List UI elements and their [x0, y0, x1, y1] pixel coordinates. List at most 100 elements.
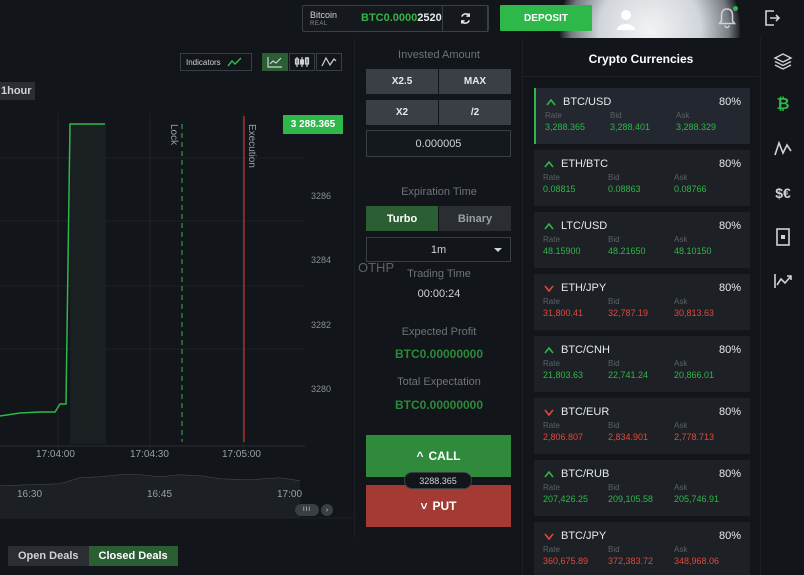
layers-icon[interactable] [772, 50, 794, 72]
chevron-down-icon [494, 248, 502, 252]
duration-select[interactable]: 1m [366, 237, 511, 262]
balance-amount: BTC0.00002520 [361, 12, 442, 24]
rate-label: Rate [543, 421, 560, 430]
asset-ask: 30,813.63 [674, 308, 715, 318]
rate-label: Rate [543, 297, 560, 306]
current-price-badge: 3288.365 [404, 472, 472, 489]
arrow-up-icon [544, 160, 554, 171]
bid-label: Bid [610, 111, 622, 120]
asset-rate: 48.15900 [543, 246, 581, 256]
asset-rate: 2,806.807 [543, 432, 584, 442]
scroll-handle[interactable]: III [295, 504, 319, 516]
navigator-scrollbar[interactable]: III › [295, 503, 335, 517]
bid-label: Bid [608, 483, 620, 492]
execution-line-label: Execution [246, 124, 257, 168]
asset-payout: 80% [718, 344, 741, 356]
chart-canvas [0, 113, 355, 519]
rate-label: Rate [543, 235, 560, 244]
trade-panel: Invested Amount X2.5 MAX X2 /2 0.000005 … [358, 38, 520, 538]
asset-rate: 31,800.41 [543, 308, 584, 318]
asset-card[interactable]: BTC/JPY 80% Rate Bid Ask 360,675.89 372,383.72… [534, 522, 750, 575]
turbo-toggle[interactable]: Turbo [366, 206, 438, 231]
navigator-tick: 16:30 [17, 489, 43, 500]
total-expectation-title: Total Expectation [397, 376, 481, 388]
multiply-2-5-button[interactable]: X2.5 [366, 69, 438, 94]
arrow-up-icon: ^ [416, 449, 424, 463]
bid-label: Bid [608, 173, 620, 182]
asset-card[interactable]: ETH/BTC 80% Rate Bid Ask 0.08815 0.08863 0.0876… [534, 150, 750, 206]
trend-icon[interactable] [772, 270, 794, 292]
crypto-list: Crypto Currencies BTC/USD 80% Rate Bid Ask 3,… [522, 38, 759, 575]
commodity-icon[interactable] [772, 226, 794, 248]
arrow-up-icon [544, 222, 554, 233]
asset-rate: 207,426.25 [543, 494, 589, 504]
time-tick: 17:04:00 [36, 449, 75, 460]
bid-label: Bid [608, 359, 620, 368]
invested-amount-title: Invested Amount [398, 49, 480, 61]
tab-closed-deals[interactable]: Closed Deals [88, 546, 178, 566]
bid-label: Bid [608, 235, 620, 244]
rate-label: Rate [543, 359, 560, 368]
asset-symbol: ETH/JPY [561, 282, 607, 294]
bid-label: Bid [608, 297, 620, 306]
multiply-2-button[interactable]: X2 [366, 100, 438, 125]
user-avatar-icon[interactable] [614, 7, 638, 31]
amount-input[interactable]: 0.000005 [366, 130, 511, 157]
bid-label: Bid [608, 545, 620, 554]
bitcoin-icon[interactable]: ₿ [772, 94, 794, 116]
right-sidebar: ₿ $€ [760, 38, 804, 575]
asset-bid: 2,834.901 [608, 432, 649, 442]
time-tick: 17:05:00 [222, 449, 261, 460]
price-chart[interactable]: Indicators 1hour 3 288.365 3286 3284 328… [0, 38, 355, 538]
logout-icon[interactable] [762, 8, 782, 28]
call-label: CALL [428, 449, 461, 463]
asset-card[interactable]: BTC/RUB 80% Rate Bid Ask 207,426.25 209,105.58… [534, 460, 750, 516]
asset-ask: 2,778.713 [674, 432, 715, 442]
asset-rate: 0.08815 [543, 184, 576, 194]
time-tick: 17:04:30 [130, 449, 169, 460]
divide-2-button[interactable]: /2 [439, 100, 511, 125]
binary-toggle[interactable]: Binary [439, 206, 511, 231]
ask-label: Ask [674, 545, 688, 554]
ask-label: Ask [674, 359, 688, 368]
lock-line-label: Lock [168, 124, 179, 146]
candle-chart-button[interactable] [289, 53, 315, 71]
area-chart-button[interactable] [316, 53, 342, 71]
asset-card[interactable]: LTC/USD 80% Rate Bid Ask 48.15900 48.21650 48.1… [534, 212, 750, 268]
line-chart-button[interactable] [262, 53, 288, 71]
asset-card[interactable]: BTC/EUR 80% Rate Bid Ask 2,806.807 2,834.901 2,… [534, 398, 750, 454]
expected-profit-value: BTC0.00000000 [394, 347, 484, 361]
tab-open-deals[interactable]: Open Deals [8, 546, 89, 566]
navigator-tick: 17:00 [277, 489, 303, 500]
indicator-icon [227, 57, 242, 67]
ask-label: Ask [674, 235, 688, 244]
switch-account-button[interactable] [442, 5, 488, 32]
max-button[interactable]: MAX [439, 69, 511, 94]
call-button[interactable]: ^ CALL [366, 435, 511, 477]
scroll-right-arrow-icon[interactable]: › [321, 504, 333, 516]
currency-exchange-icon[interactable]: $€ [772, 182, 794, 204]
timeframe-selector[interactable]: 1hour [0, 82, 35, 100]
arrow-up-icon [544, 470, 554, 481]
asset-payout: 80% [718, 530, 741, 542]
wave-chart-icon[interactable] [772, 138, 794, 160]
deposit-button[interactable]: DEPOSIT [500, 5, 592, 31]
put-button[interactable]: ˅ PUT [366, 485, 511, 527]
duration-value: 1m [430, 243, 447, 256]
rate-label: Rate [543, 173, 560, 182]
asset-rate: 3,288.365 [545, 122, 586, 132]
asset-symbol: BTC/CNH [561, 344, 610, 356]
indicators-label: Indicators [186, 57, 221, 67]
account-balance[interactable]: Bitcoin REAL BTC0.00002520 [302, 5, 489, 32]
asset-bid: 48.21650 [608, 246, 646, 256]
indicators-button[interactable]: Indicators [180, 53, 252, 71]
asset-bid: 3,288.401 [610, 122, 651, 132]
arrow-down-icon [544, 408, 554, 419]
balance-suffix: 2520 [417, 12, 442, 24]
asset-card[interactable]: BTC/USD 80% Rate Bid Ask 3,288.365 3,288.401 3,… [534, 88, 750, 144]
asset-bid: 209,105.58 [608, 494, 654, 504]
asset-card[interactable]: BTC/CNH 80% Rate Bid Ask 21,803.63 22,741.24 20… [534, 336, 750, 392]
trading-time-title: Trading Time [407, 268, 471, 280]
asset-card[interactable]: ETH/JPY 80% Rate Bid Ask 31,800.41 32,787.19 30… [534, 274, 750, 330]
arrow-up-icon [544, 346, 554, 357]
